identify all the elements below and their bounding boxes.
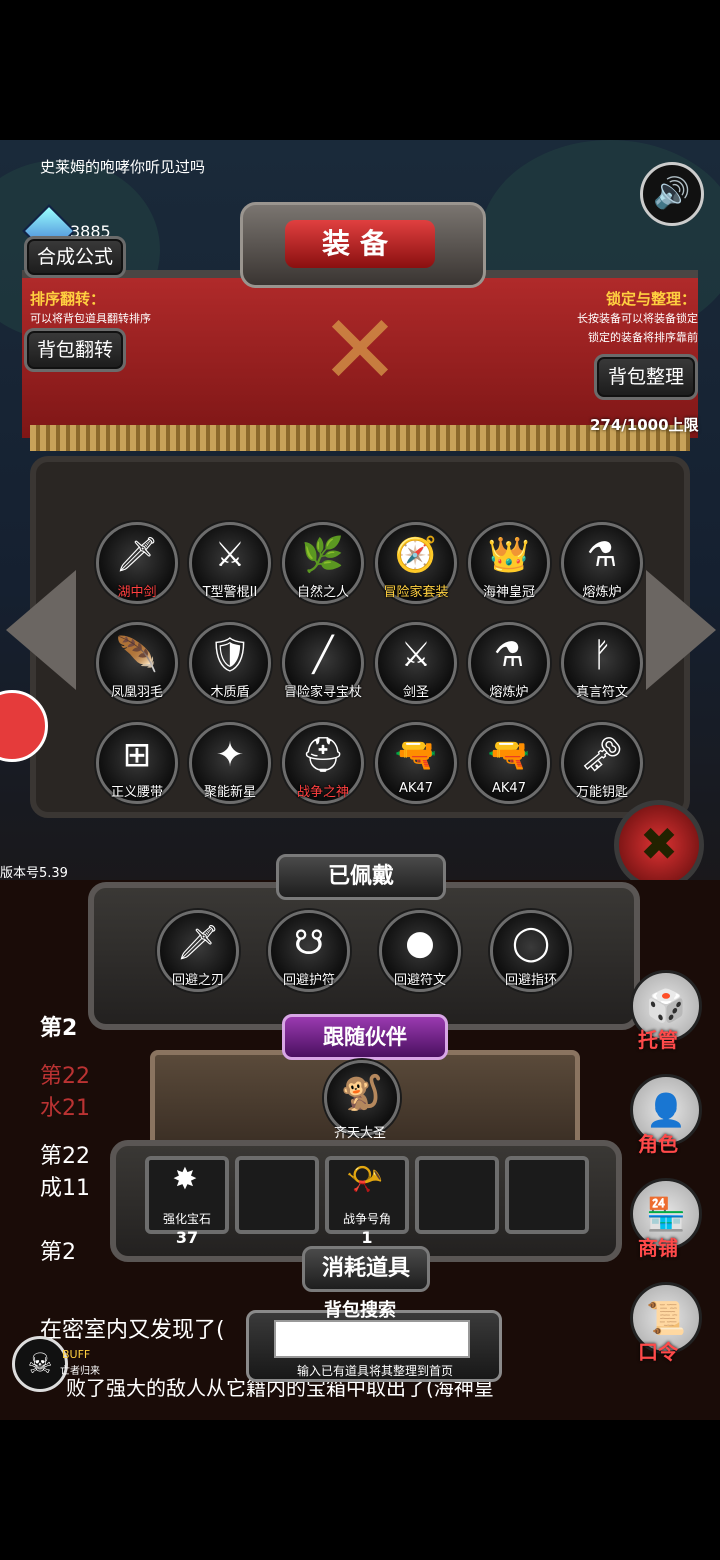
buff-sub: 亡者归来 xyxy=(60,1366,100,1377)
side-menu-label: 托管 xyxy=(638,1028,678,1052)
side-menu-label: 角色 xyxy=(638,1132,678,1156)
game-scene: 史莱姆的咆哮你听见过吗 🔊 3885 ✕ 装备 合成公式 排序翻转： 可以将背包… xyxy=(0,140,720,1420)
side-menu: 🎲 托管 👤 角色 🏪 商铺 📜 口令 xyxy=(0,140,720,1420)
side-menu-label: 商铺 xyxy=(638,1236,678,1260)
buff-label: BUFF xyxy=(62,1348,91,1361)
side-menu-label: 口令 xyxy=(638,1340,678,1364)
